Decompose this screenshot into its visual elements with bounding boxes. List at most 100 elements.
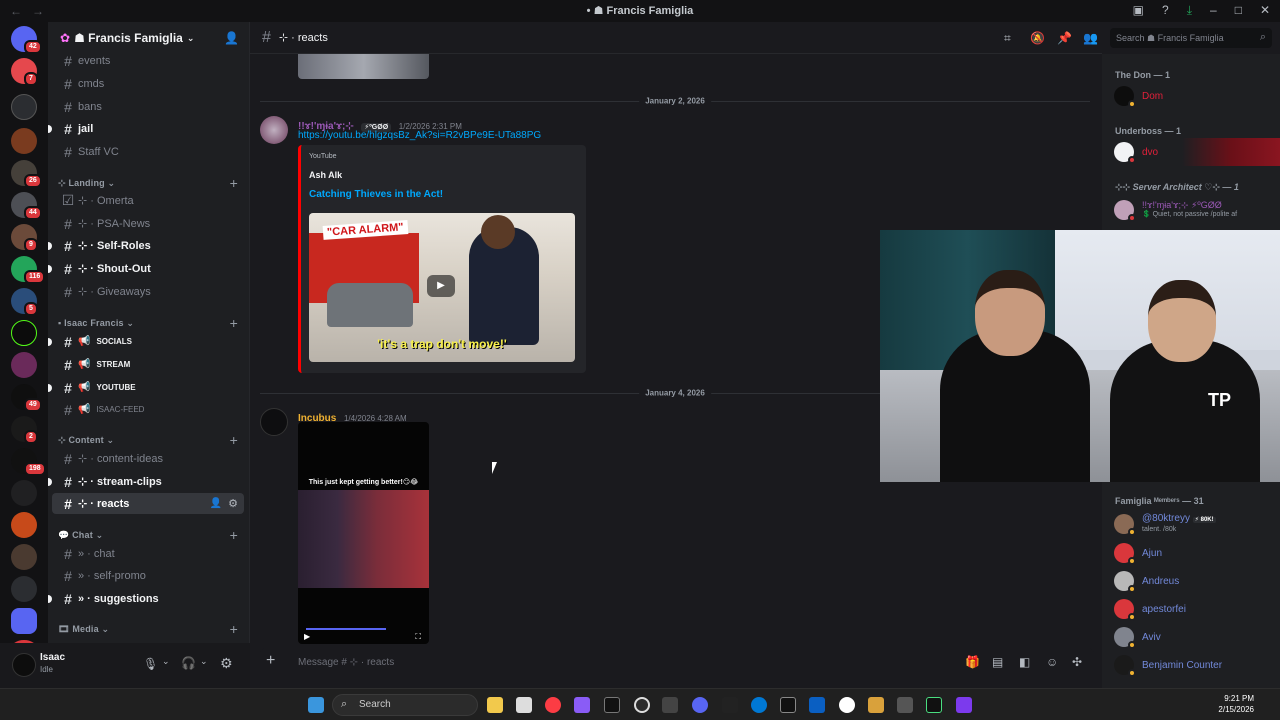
chevron-down-icon[interactable]: ⌄	[200, 656, 208, 667]
channel-staff-vc[interactable]: # Staff VC	[52, 141, 244, 162]
message-composer[interactable]: + Message # ⊹ · reacts 🎁 ▤ ◧ ☺ ✣	[260, 648, 1094, 678]
taskbar-search[interactable]: ⌕ Search	[332, 694, 478, 716]
member-item[interactable]: @80ktreyy ⚡ 80K! talent. /80k	[1114, 511, 1274, 537]
server-icon[interactable]	[11, 94, 37, 120]
member-item[interactable]: apestorfei	[1114, 596, 1274, 622]
server-icon[interactable]	[11, 576, 37, 602]
avatar[interactable]	[12, 653, 36, 677]
threads-icon[interactable]: ⌗	[1004, 31, 1011, 46]
gif-icon[interactable]: ▤	[992, 655, 1003, 669]
embed-author[interactable]: Ash Alk	[309, 170, 342, 180]
channel-chat[interactable]: # » · chat	[52, 543, 244, 564]
member-item[interactable]: Andreus	[1114, 568, 1274, 594]
channel-psa-news[interactable]: # ⊹ · PSA-News	[52, 213, 244, 234]
calendar-icon[interactable]	[956, 697, 972, 713]
add-channel-icon[interactable]: +	[230, 175, 238, 191]
skype-icon[interactable]	[751, 697, 767, 713]
add-channel-icon[interactable]: +	[230, 432, 238, 448]
apps-icon[interactable]: ✣	[1072, 655, 1082, 669]
members-icon[interactable]: 👥	[1083, 31, 1098, 45]
windows-start-icon[interactable]	[308, 697, 324, 713]
member-item[interactable]: !!ɤ!'ɱɨa'ɤ;⊹ ⚡ºGØØ 💲 Quiet, not passive /…	[1114, 197, 1274, 223]
file-explorer-icon[interactable]	[487, 697, 503, 713]
clock-time[interactable]: 9:21 PM	[1224, 694, 1254, 703]
video-attachment[interactable]: This just kept getting better!😏😂 ▶ ⛶	[298, 422, 429, 644]
app-icon[interactable]	[897, 697, 913, 713]
channel-suggestions[interactable]: # » · suggestions	[48, 588, 244, 609]
channel-giveaways[interactable]: # ⊹ · Giveaways	[52, 281, 244, 302]
epic-games-icon[interactable]	[604, 697, 620, 713]
server-icon[interactable]	[11, 512, 37, 538]
chevron-down-icon[interactable]: ⌄	[162, 656, 170, 667]
app-icon[interactable]	[662, 697, 678, 713]
channel-events[interactable]: # events	[52, 50, 244, 71]
inbox-icon[interactable]: ▣	[1133, 3, 1144, 18]
category-media[interactable]: 🎞 Media ⌄ +	[58, 621, 244, 637]
category-content[interactable]: ⊹ Content ⌄ +	[58, 432, 244, 448]
channel-jail[interactable]: # jail	[48, 118, 244, 139]
channel-youtube[interactable]: # 📢 YOUTUBE	[48, 377, 244, 398]
channel-self-roles[interactable]: # ⊹ · Self-Roles	[48, 235, 244, 256]
gear-icon[interactable]: ⚙	[220, 655, 233, 672]
sticker-icon[interactable]: ◧	[1019, 655, 1030, 669]
help-icon[interactable]: ?	[1162, 3, 1169, 18]
avatar[interactable]	[260, 116, 288, 144]
video-thumbnail[interactable]: "CAR ALARM" ▶ 'it's a trap don't move!'	[309, 213, 575, 362]
headphones-icon[interactable]: 🎧	[181, 656, 196, 670]
minimize-icon[interactable]: –	[1210, 3, 1217, 18]
server-icon[interactable]	[11, 480, 37, 506]
discord-icon[interactable]	[692, 697, 708, 713]
server-icon[interactable]	[11, 128, 37, 154]
previous-attachment[interactable]	[298, 54, 429, 79]
notepad-icon[interactable]	[516, 697, 532, 713]
app-icon[interactable]	[809, 697, 825, 713]
member-item[interactable]: Dom	[1114, 83, 1274, 109]
channel-omerta[interactable]: ☑ ⊹ · Omerta	[52, 190, 244, 211]
emoji-icon[interactable]: ☺	[1046, 655, 1058, 669]
member-item[interactable]: Ajun	[1114, 540, 1274, 566]
channel-reacts[interactable]: # ⊹ · reacts 👤 ⚙	[52, 493, 244, 514]
add-attachment-icon[interactable]: +	[266, 652, 275, 670]
category-isaac-francis[interactable]: ▪ Isaac Francis ⌄ +	[58, 315, 244, 331]
member-item[interactable]: Aviv	[1114, 624, 1274, 650]
embed-title[interactable]: Catching Thieves in the Act!	[309, 189, 443, 200]
add-channel-icon[interactable]: +	[230, 527, 238, 543]
avatar[interactable]	[260, 408, 288, 436]
server-icon[interactable]	[11, 320, 37, 346]
notification-bell-icon[interactable]: 🔕	[1030, 31, 1045, 45]
x-icon[interactable]	[722, 697, 738, 713]
category-landing[interactable]: ⊹ Landing ⌄ +	[58, 175, 244, 191]
channel-stream[interactable]: # 📢 STREAM	[52, 354, 244, 375]
message-link[interactable]: https://youtu.be/hlgzqsBz_Ak?si=R2vBPe9E…	[298, 130, 541, 141]
close-icon[interactable]: ✕	[1260, 3, 1270, 18]
member-item[interactable]: Benjamin Counter	[1114, 652, 1274, 678]
add-member-icon[interactable]: 👤	[224, 31, 239, 45]
server-icon[interactable]	[11, 608, 37, 634]
channel-shout-out[interactable]: # ⊹ · Shout-Out	[48, 258, 244, 279]
server-icon[interactable]	[11, 544, 37, 570]
channel-isaac-feed[interactable]: # 📢 ISAAC-FEED	[52, 399, 244, 420]
gift-icon[interactable]: 🎁	[965, 655, 980, 669]
add-channel-icon[interactable]: +	[230, 621, 238, 637]
channel-self-promo[interactable]: # » · self-promo	[52, 565, 244, 586]
microphone-icon[interactable]: 🎙	[143, 657, 158, 671]
channel-content-ideas[interactable]: # ⊹ · content-ideas	[52, 448, 244, 469]
pin-icon[interactable]: 📌	[1057, 31, 1072, 45]
channel-bans[interactable]: # bans	[52, 96, 244, 117]
game-controller-icon[interactable]	[574, 697, 590, 713]
call-of-duty-icon[interactable]	[780, 697, 796, 713]
chrome-icon[interactable]	[839, 697, 855, 713]
invite-icon[interactable]: 👤	[210, 498, 222, 509]
add-channel-icon[interactable]: +	[230, 315, 238, 331]
server-icon[interactable]	[11, 352, 37, 378]
clock-date[interactable]: 2/15/2026	[1218, 705, 1254, 714]
obs-icon[interactable]	[634, 697, 650, 713]
paint-icon[interactable]	[868, 697, 884, 713]
gear-icon[interactable]: ⚙	[228, 497, 238, 510]
terminal-icon[interactable]	[926, 697, 942, 713]
maximize-icon[interactable]: □	[1235, 3, 1242, 18]
download-icon[interactable]: ⤓	[1187, 3, 1192, 18]
channel-socials[interactable]: # 📢 SOCIALS	[48, 331, 244, 352]
channel-cmds[interactable]: # cmds	[52, 73, 244, 94]
fullscreen-icon[interactable]: ⛶	[415, 632, 421, 642]
